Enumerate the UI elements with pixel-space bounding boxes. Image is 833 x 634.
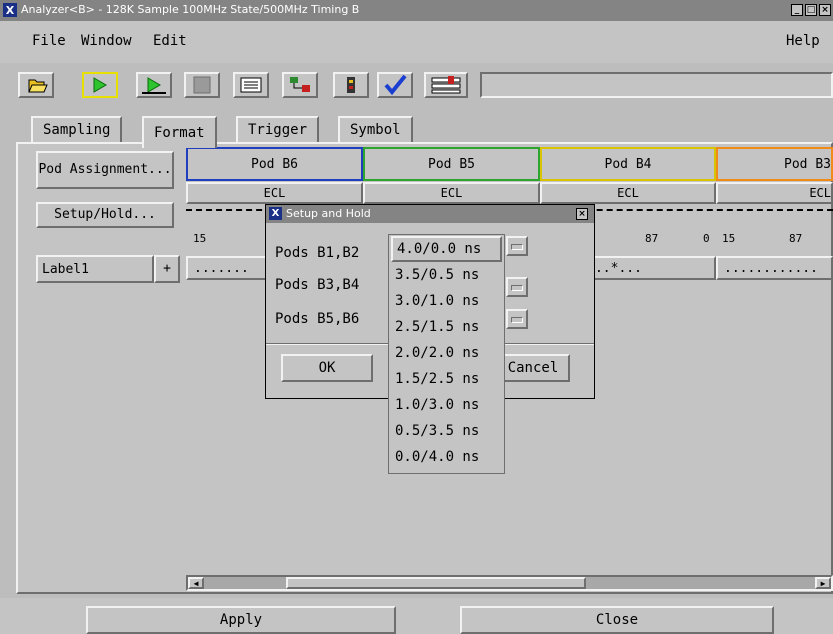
overview-icon	[290, 77, 310, 92]
dropdown-option-2.5-1.5[interactable]: 2.5/1.5 ns	[395, 314, 499, 340]
run-icon	[93, 77, 107, 93]
tab-format[interactable]: Format	[142, 116, 217, 148]
menu-edit[interactable]: Edit	[153, 33, 187, 49]
menu-help[interactable]: Help	[786, 33, 820, 49]
pod-b3-pattern[interactable]: ............	[716, 256, 833, 280]
pod-b4-threshold[interactable]: ECL	[540, 182, 716, 204]
maximize-button[interactable]: □	[805, 4, 817, 16]
pods-b5-b6-label: Pods B5,B6	[275, 311, 360, 327]
scroll-right-icon[interactable]: ▶	[815, 577, 831, 589]
scroll-left-icon[interactable]: ◀	[188, 577, 204, 589]
stop-button[interactable]	[184, 72, 220, 98]
list-icon	[240, 77, 262, 93]
open-folder-button[interactable]	[18, 72, 54, 98]
tab-symbol[interactable]: Symbol	[338, 116, 413, 144]
setup-hold-dropdown-list: 4.0/0.0 ns 3.5/0.5 ns 3.0/1.0 ns 2.5/1.5…	[388, 234, 505, 474]
status-field	[480, 72, 833, 98]
dialog-title: Setup and Hold	[286, 207, 371, 220]
menu-file[interactable]: File	[32, 33, 66, 49]
pod-b5-header[interactable]: Pod B5	[363, 147, 540, 181]
pod-b4-bit-low: 0	[703, 232, 710, 245]
x-dialog-icon: X	[269, 207, 282, 220]
pod-b3-threshold[interactable]: ECL	[716, 182, 833, 204]
pods-b1-b2-label: Pods B1,B2	[275, 245, 360, 261]
pods-b5-b6-menu-icon[interactable]	[506, 309, 528, 329]
check-button[interactable]	[377, 72, 413, 98]
cancel-button[interactable]: Cancel	[496, 354, 570, 382]
config-icon	[347, 77, 355, 93]
pod-b3-bit-mid: 87	[789, 232, 803, 245]
pod-b4-header[interactable]: Pod B4	[540, 147, 716, 181]
pods-b1-b2-menu-icon[interactable]	[506, 236, 528, 256]
label-add-button[interactable]: +	[154, 255, 180, 283]
tab-sampling[interactable]: Sampling	[31, 116, 123, 144]
dropdown-option-0.5-3.5[interactable]: 0.5/3.5 ns	[395, 418, 499, 444]
dropdown-option-2.0-2.0[interactable]: 2.0/2.0 ns	[395, 340, 499, 366]
dropdown-option-1.0-3.0[interactable]: 1.0/3.0 ns	[395, 392, 499, 418]
dialog-title-bar: X Setup and Hold ×	[266, 205, 594, 223]
dropdown-option-0.0-4.0[interactable]: 0.0/4.0 ns	[395, 444, 499, 470]
config-button[interactable]	[333, 72, 369, 98]
pod-b3-bit-high: 15	[722, 232, 736, 245]
check-icon	[384, 74, 407, 96]
stop-icon	[193, 76, 211, 94]
horizontal-scrollbar[interactable]: ◀ ▶	[186, 575, 833, 591]
dropdown-option-3.0-1.0[interactable]: 3.0/1.0 ns	[395, 288, 499, 314]
dropdown-option-1.5-2.5[interactable]: 1.5/2.5 ns	[395, 366, 499, 392]
pod-b6-bit-high: 15	[193, 232, 207, 245]
pod-b6-header[interactable]: Pod B6	[186, 147, 363, 181]
label-name-button[interactable]: Label1	[36, 255, 154, 283]
apply-button[interactable]: Apply	[86, 606, 396, 634]
open-folder-icon	[28, 79, 48, 93]
settings-icon	[431, 76, 461, 94]
minimize-button[interactable]: _	[791, 4, 803, 16]
run-repetitive-icon	[142, 77, 166, 94]
scroll-thumb[interactable]	[286, 577, 586, 589]
tab-trigger[interactable]: Trigger	[236, 116, 320, 144]
pod-assignment-button[interactable]: Pod Assignment...	[36, 151, 174, 189]
pods-b3-b4-menu-icon[interactable]	[506, 277, 528, 297]
pod-b5-threshold[interactable]: ECL	[363, 182, 540, 204]
menu-bar: File Window Edit Help	[0, 21, 833, 63]
dropdown-option-3.5-0.5[interactable]: 3.5/0.5 ns	[395, 262, 499, 288]
settings-button[interactable]	[424, 72, 468, 98]
overview-button[interactable]	[282, 72, 318, 98]
ok-button[interactable]: OK	[281, 354, 373, 382]
pod-b3-header[interactable]: Pod B3	[716, 147, 833, 181]
window-title: Analyzer<B> - 128K Sample 100MHz State/5…	[21, 3, 360, 16]
close-window-button[interactable]: ×	[819, 4, 831, 16]
run-repetitive-button[interactable]	[136, 72, 172, 98]
title-bar: X Analyzer<B> - 128K Sample 100MHz State…	[0, 0, 833, 21]
dialog-close-button[interactable]: ×	[576, 208, 588, 220]
pod-b6-threshold[interactable]: ECL	[186, 182, 363, 204]
menu-window[interactable]: Window	[81, 33, 132, 49]
pod-b4-bit-mid: 87	[645, 232, 659, 245]
listing-button[interactable]	[233, 72, 269, 98]
dropdown-option-4.0-0.0[interactable]: 4.0/0.0 ns	[391, 236, 502, 262]
setup-hold-button[interactable]: Setup/Hold...	[36, 202, 174, 228]
pods-b3-b4-label: Pods B3,B4	[275, 277, 360, 293]
close-button[interactable]: Close	[460, 606, 774, 634]
x-app-icon[interactable]: X	[3, 3, 17, 17]
run-button[interactable]	[82, 72, 118, 98]
